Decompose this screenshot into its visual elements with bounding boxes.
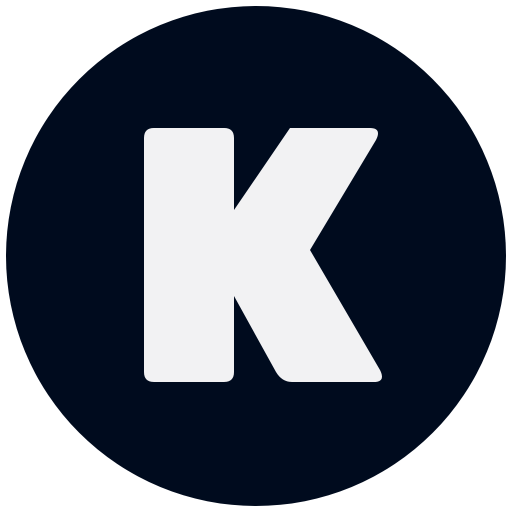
app-icon-canvas: K [0,0,512,512]
k-logo: K [6,6,506,506]
